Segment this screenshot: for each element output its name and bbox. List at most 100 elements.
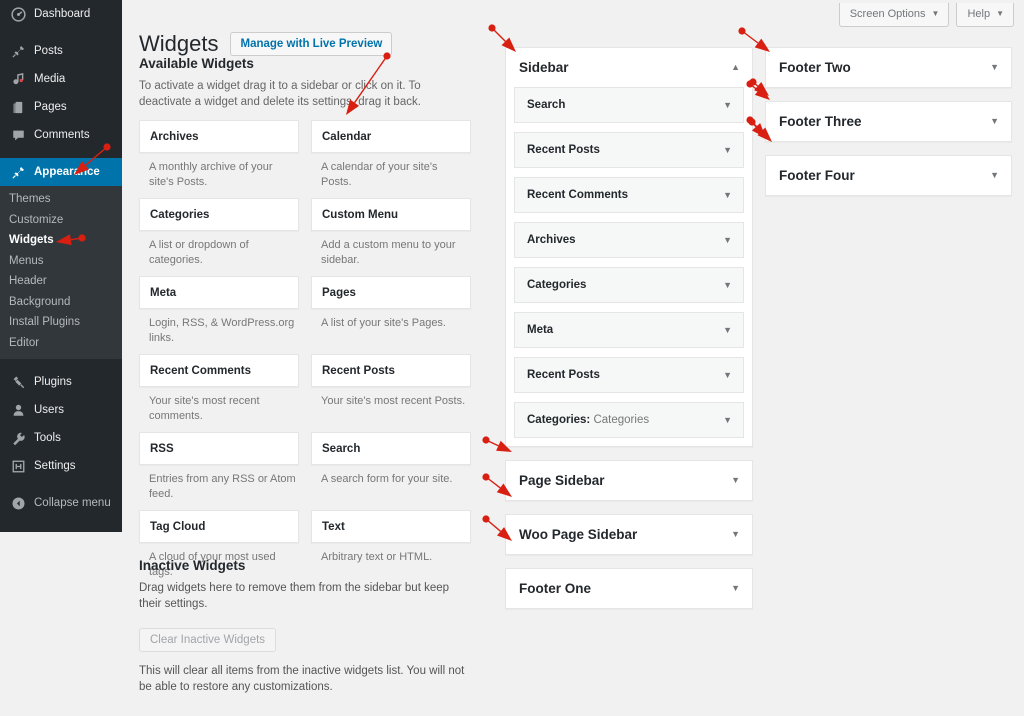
sidebar-item-label: Comments (34, 129, 90, 141)
assigned-widget-name: Search (527, 99, 566, 111)
sidebar-item-appearance[interactable]: Appearance (0, 158, 130, 186)
available-widget-cell: Custom Menu Add a custom menu to your sid… (311, 198, 471, 275)
chevron-down-icon[interactable]: ▼ (990, 117, 999, 126)
available-widget-description: Your site's most recent Posts. (321, 395, 466, 407)
chevron-up-icon[interactable]: ▲ (731, 63, 740, 72)
widget-area-title: Footer Two (779, 60, 851, 75)
sidebar-item-dashboard[interactable]: Dashboard (0, 0, 122, 28)
assigned-widget-title: Categories: Categories (527, 414, 649, 426)
sidebar-item-users[interactable]: Users (0, 396, 122, 424)
available-widget-button[interactable]: Recent Posts (311, 354, 471, 387)
sidebar-item-collapse-menu[interactable]: Collapse menu (0, 489, 122, 517)
assigned-widget-name: Recent Posts (527, 369, 600, 381)
assigned-widget-row[interactable]: Meta ▼ (514, 312, 744, 348)
widget-area-header[interactable]: Footer Two ▼ (766, 48, 1011, 87)
available-widget-description: Entries from any RSS or Atom feed. (149, 473, 296, 500)
chevron-down-icon[interactable]: ▼ (731, 584, 740, 593)
assigned-widget-row[interactable]: Search ▼ (514, 87, 744, 123)
widget-area-header[interactable]: Page Sidebar ▼ (506, 461, 752, 500)
chevron-down-icon[interactable]: ▼ (723, 235, 732, 245)
available-widgets-heading: Available Widgets (139, 56, 254, 71)
chevron-down-icon: ▼ (996, 9, 1004, 18)
user-icon (9, 401, 27, 419)
manage-with-live-preview-button[interactable]: Manage with Live Preview (230, 31, 393, 56)
assigned-widget-row[interactable]: Categories ▼ (514, 267, 744, 303)
available-widget-button[interactable]: Pages (311, 276, 471, 309)
screen-options-button[interactable]: Screen Options ▼ (838, 3, 950, 27)
available-widget-button[interactable]: Tag Cloud (139, 510, 299, 543)
widget-area-panel: Woo Page Sidebar ▼ (505, 514, 753, 555)
clear-inactive-widgets-button[interactable]: Clear Inactive Widgets (139, 628, 277, 652)
sidebar-item-install-plugins[interactable]: Install Plugins (0, 312, 122, 333)
available-widget-button[interactable]: Recent Comments (139, 354, 299, 387)
widget-area-panel: Sidebar ▲ Search ▼ Recent Posts ▼ Recent Comme… (505, 47, 753, 447)
widget-area-header[interactable]: Woo Page Sidebar ▼ (506, 515, 752, 554)
widget-area-title: Woo Page Sidebar (519, 527, 638, 542)
available-widget-button[interactable]: RSS (139, 432, 299, 465)
available-widget-button[interactable]: Categories (139, 198, 299, 231)
assigned-widget-row[interactable]: Categories: Categories ▼ (514, 402, 744, 438)
submenu-item-label: Editor (9, 336, 40, 349)
sidebar-item-tools[interactable]: Tools (0, 424, 122, 452)
sidebar-item-background[interactable]: Background (0, 292, 122, 313)
sidebar-item-menus[interactable]: Menus (0, 251, 122, 272)
sidebar-item-plugins[interactable]: Plugins (0, 368, 122, 396)
available-widget-description: A search form for your site. (321, 473, 453, 485)
sidebar-item-label: Users (34, 404, 65, 416)
available-widget-name: RSS (150, 442, 174, 455)
available-widget-name: Tag Cloud (150, 520, 206, 533)
help-button[interactable]: Help ▼ (956, 3, 1014, 27)
chevron-down-icon[interactable]: ▼ (990, 63, 999, 72)
available-widget-button[interactable]: Search (311, 432, 471, 465)
brush-icon (9, 163, 27, 181)
assigned-widget-row[interactable]: Recent Posts ▼ (514, 132, 744, 168)
sidebar-item-header[interactable]: Header (0, 271, 122, 292)
sidebar-item-pages[interactable]: Pages (0, 93, 122, 121)
chevron-down-icon[interactable]: ▼ (723, 100, 732, 110)
sidebar-item-widgets[interactable]: Widgets (0, 230, 122, 251)
sidebar-item-editor[interactable]: Editor (0, 333, 122, 354)
sidebar-item-settings[interactable]: Settings (0, 452, 122, 480)
assigned-widget-title: Meta (527, 324, 553, 336)
available-widget-button[interactable]: Meta (139, 276, 299, 309)
assigned-widget-row[interactable]: Recent Posts ▼ (514, 357, 744, 393)
chevron-down-icon[interactable]: ▼ (731, 476, 740, 485)
assigned-widget-instance-name: Categories (590, 414, 650, 426)
chevron-down-icon[interactable]: ▼ (723, 145, 732, 155)
chevron-down-icon[interactable]: ▼ (723, 280, 732, 290)
sidebar-item-themes[interactable]: Themes (0, 189, 122, 210)
widget-area-panel: Footer One ▼ (505, 568, 753, 609)
sidebar-item-media[interactable]: Media (0, 65, 122, 93)
assigned-widget-row[interactable]: Recent Comments ▼ (514, 177, 744, 213)
media-icon (9, 70, 27, 88)
pin-icon (9, 42, 27, 60)
appearance-submenu: Themes Customize Widgets Menus Header Ba… (0, 186, 122, 359)
widget-area-header[interactable]: Footer Four ▼ (766, 156, 1011, 195)
menu-gap (0, 480, 122, 489)
assigned-widget-title: Categories (527, 279, 586, 291)
available-widget-button[interactable]: Calendar (311, 120, 471, 153)
available-widget-button[interactable]: Text (311, 510, 471, 543)
sidebar-item-posts[interactable]: Posts (0, 37, 122, 65)
available-widget-button[interactable]: Custom Menu (311, 198, 471, 231)
widget-area-header[interactable]: Footer Three ▼ (766, 102, 1011, 141)
widget-area-panel: Page Sidebar ▼ (505, 460, 753, 501)
chevron-down-icon[interactable]: ▼ (723, 370, 732, 380)
inactive-widgets-description: Drag widgets here to remove them from th… (139, 582, 450, 610)
submenu-item-label: Themes (9, 193, 51, 205)
chevron-down-icon[interactable]: ▼ (723, 325, 732, 335)
available-widget-button[interactable]: Archives (139, 120, 299, 153)
chevron-down-icon[interactable]: ▼ (723, 415, 732, 425)
collapse-icon (9, 494, 27, 512)
available-widget-cell: Categories A list or dropdown of categori… (139, 198, 299, 275)
assigned-widget-row[interactable]: Archives ▼ (514, 222, 744, 258)
chevron-down-icon[interactable]: ▼ (723, 190, 732, 200)
sidebar-item-comments[interactable]: Comments (0, 121, 122, 149)
chevron-down-icon[interactable]: ▼ (990, 171, 999, 180)
chevron-down-icon[interactable]: ▼ (731, 530, 740, 539)
assigned-widget-name: Categories: (527, 414, 591, 426)
widget-area-header[interactable]: Sidebar ▲ (506, 48, 752, 87)
available-widget-description: A calendar of your site's Posts. (321, 161, 438, 188)
sidebar-item-customize[interactable]: Customize (0, 210, 122, 231)
widget-area-header[interactable]: Footer One ▼ (506, 569, 752, 608)
